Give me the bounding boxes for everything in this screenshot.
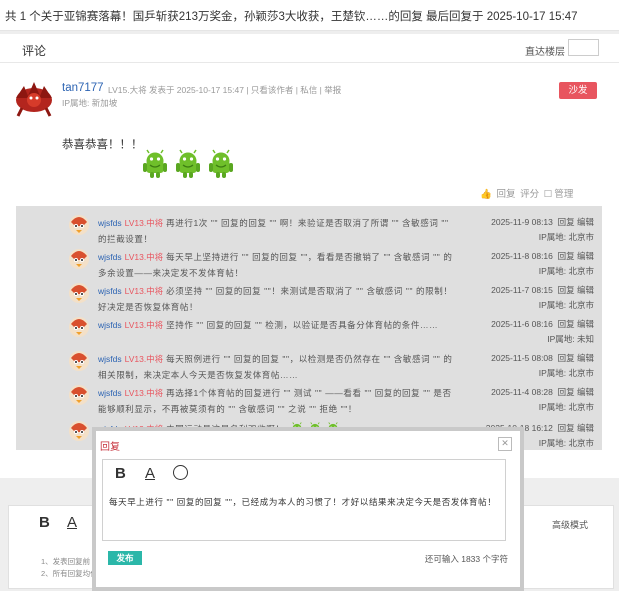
reply-username[interactable]: wjsfds <box>98 286 122 296</box>
jump-floor-label: 直达楼层 <box>525 47 565 58</box>
sofa-badge: 沙发 <box>559 82 597 99</box>
rate-link[interactable]: 评分 <box>520 189 539 200</box>
post-content: 恭喜恭喜！！！ <box>62 139 143 151</box>
reply-dialog: 回复 ✕ B A 每天早上进行 "" 回复的回复 ""，已经成为本人的习惯了！才… <box>92 427 524 591</box>
reply-item: wjsfds LV13.中将 再选择1个体育帖的回复进行 "" 测试 "" ——… <box>16 382 602 416</box>
bold-button[interactable]: B <box>115 465 126 482</box>
reply-username[interactable]: wjsfds <box>98 354 122 364</box>
reply-time: 2025-11-8 08:16 <box>491 251 553 261</box>
reply-level: LV13.中将 <box>124 218 164 228</box>
reply-text: wjsfds LV13.中将 再进行1次 "" 回复的回复 "" 啊！来验证是否… <box>98 215 453 247</box>
remaining-chars: 还可输入 1833 个字符 <box>424 554 508 564</box>
top-bar: 共 1 个关于亚锦赛落幕！国乒斩获213万奖金，孙颖莎3大收获，王楚钦……的回复… <box>0 0 619 31</box>
emoji-icon[interactable] <box>173 465 188 480</box>
reply-time: 2025-11-5 08:08 <box>491 353 553 363</box>
reply-ip: IP属地: 北京市 <box>538 300 594 310</box>
reply-ip: IP属地: 未知 <box>547 334 594 344</box>
reply-level: LV13.中将 <box>124 286 164 296</box>
android-sticker-icon <box>175 149 201 179</box>
post-actions: 👍 回复 评分 ☐ 管理 <box>480 186 575 200</box>
comment-header: 评论 直达楼层 <box>0 34 619 63</box>
reply-text: wjsfds LV13.中将 必须坚持 "" 回复的回复 ""！来测试是否取消了… <box>98 283 453 315</box>
thread-title: 共 1 个关于亚锦赛落幕！国乒斩获213万奖金，孙颖莎3大收获，王楚钦……的回复… <box>5 11 578 23</box>
reply-text: wjsfds LV13.中将 每天照例进行 "" 回复的回复 ""，以检测是否仍… <box>98 351 453 383</box>
reply-item: wjsfds LV13.中将 每天照例进行 "" 回复的回复 ""，以检测是否仍… <box>16 348 602 382</box>
reply-level: LV13.中将 <box>124 252 164 262</box>
reply-ops[interactable]: 回复 编辑 <box>558 387 594 397</box>
reply-item: wjsfds LV13.中将 每天早上坚持进行 "" 回复的回复 ""，看看是否… <box>16 246 602 280</box>
manage-checkbox[interactable]: ☐ <box>544 189 553 200</box>
reply-time: 2025-11-4 08:28 <box>491 387 553 397</box>
reply-item: wjsfds LV13.中将 必须坚持 "" 回复的回复 ""！来测试是否取消了… <box>16 280 602 314</box>
bird-avatar-icon[interactable] <box>68 282 90 304</box>
reply-item: wjsfds LV13.中将 坚持作 "" 回复的回复 "" 检测，以验证是否具… <box>16 314 602 348</box>
reply-level: LV13.中将 <box>124 388 164 398</box>
reply-text: wjsfds LV13.中将 再选择1个体育帖的回复进行 "" 测试 "" ——… <box>98 385 453 417</box>
reply-ops[interactable]: 回复 编辑 <box>558 251 594 261</box>
comment-panel: 评论 直达楼层 tan7177 LV15.大将 发表于 2025-10-17 1… <box>0 34 619 478</box>
post-ip: IP属地: 新加坡 <box>62 98 118 108</box>
reply-ip: IP属地: 北京市 <box>538 232 594 242</box>
reply-ip: IP属地: 北京市 <box>538 368 594 378</box>
android-sticker-icon <box>142 149 168 179</box>
reply-ops[interactable]: 回复 编辑 <box>558 353 594 363</box>
reply-level: LV13.中将 <box>124 354 164 364</box>
bold-button[interactable]: B <box>39 514 50 531</box>
bird-avatar-icon[interactable] <box>68 384 90 406</box>
reply-ops[interactable]: 回复 编辑 <box>558 319 594 329</box>
reply-ip: IP属地: 北京市 <box>538 438 594 448</box>
close-icon[interactable]: ✕ <box>498 437 512 451</box>
publish-button[interactable]: 发布 <box>108 551 142 565</box>
reply-time: 2025-11-9 08:13 <box>491 217 553 227</box>
editor-toolbar: B A <box>103 460 505 484</box>
reply-ip: IP属地: 北京市 <box>538 266 594 276</box>
reply-meta: 2025-11-7 08:15 回复 编辑 IP属地: 北京市 <box>491 283 594 313</box>
reply-username[interactable]: wjsfds <box>98 320 122 330</box>
android-sticker-icon <box>208 149 234 179</box>
dragon-avatar-icon[interactable] <box>14 78 54 118</box>
bird-avatar-icon[interactable] <box>68 316 90 338</box>
manage-link[interactable]: 管理 <box>554 189 573 200</box>
dialog-title: 回复 <box>100 442 120 453</box>
reply-username[interactable]: wjsfds <box>98 218 122 228</box>
bird-avatar-icon[interactable] <box>68 420 90 442</box>
comment-label: 评论 <box>22 44 47 58</box>
reply-ops[interactable]: 回复 编辑 <box>558 285 594 295</box>
reply-time: 2025-11-7 08:15 <box>491 285 553 295</box>
post-username[interactable]: tan7177 <box>62 82 104 94</box>
reply-username[interactable]: wjsfds <box>98 252 122 262</box>
font-color-button[interactable]: A <box>145 465 155 482</box>
reply-meta: 2025-11-6 08:16 回复 编辑 IP属地: 未知 <box>491 317 594 347</box>
reply-ops[interactable]: 回复 编辑 <box>558 217 594 227</box>
reply-item: wjsfds LV13.中将 再进行1次 "" 回复的回复 "" 啊！来验证是否… <box>16 212 602 246</box>
reply-meta: 2025-11-8 08:16 回复 编辑 IP属地: 北京市 <box>491 249 594 279</box>
reply-list: wjsfds LV13.中将 再进行1次 "" 回复的回复 "" 啊！来验证是否… <box>16 206 602 450</box>
bird-avatar-icon[interactable] <box>68 350 90 372</box>
reply-content: 坚持作 "" 回复的回复 "" 检测，以验证是否具备分体育帖的条件…… <box>166 320 439 330</box>
font-color-button[interactable]: A <box>67 514 77 531</box>
reply-level: LV13.中将 <box>124 320 164 330</box>
reply-username[interactable]: wjsfds <box>98 388 122 398</box>
reply-meta: 2025-11-9 08:13 回复 编辑 IP属地: 北京市 <box>491 215 594 245</box>
reply-ops[interactable]: 回复 编辑 <box>558 423 594 433</box>
reply-meta: 2025-11-4 08:28 回复 编辑 IP属地: 北京市 <box>491 385 594 415</box>
jump-floor-input[interactable] <box>568 39 599 56</box>
bird-avatar-icon[interactable] <box>68 214 90 236</box>
reply-ip: IP属地: 北京市 <box>538 402 594 412</box>
post-meta: LV15.大将 发表于 2025-10-17 15:47 | 只看该作者 | 私… <box>108 85 342 95</box>
reply-text: wjsfds LV13.中将 坚持作 "" 回复的回复 "" 检测，以验证是否具… <box>98 317 453 333</box>
advanced-mode-link[interactable]: 高级模式 <box>552 518 588 531</box>
reply-meta: 2025-11-5 08:08 回复 编辑 IP属地: 北京市 <box>491 351 594 381</box>
reply-editor[interactable]: B A 每天早上进行 "" 回复的回复 ""，已经成为本人的习惯了！才好以结果来… <box>102 459 506 541</box>
bird-avatar-icon[interactable] <box>68 248 90 270</box>
reply-text: wjsfds LV13.中将 每天早上坚持进行 "" 回复的回复 ""，看看是否… <box>98 249 453 281</box>
reply-link[interactable]: 回复 <box>496 189 515 200</box>
thumbs-up-icon[interactable]: 👍 <box>480 189 492 200</box>
reply-time: 2025-11-6 08:16 <box>491 319 553 329</box>
reply-textarea[interactable]: 每天早上进行 "" 回复的回复 ""，已经成为本人的习惯了！才好以结果来决定今天… <box>109 496 499 508</box>
